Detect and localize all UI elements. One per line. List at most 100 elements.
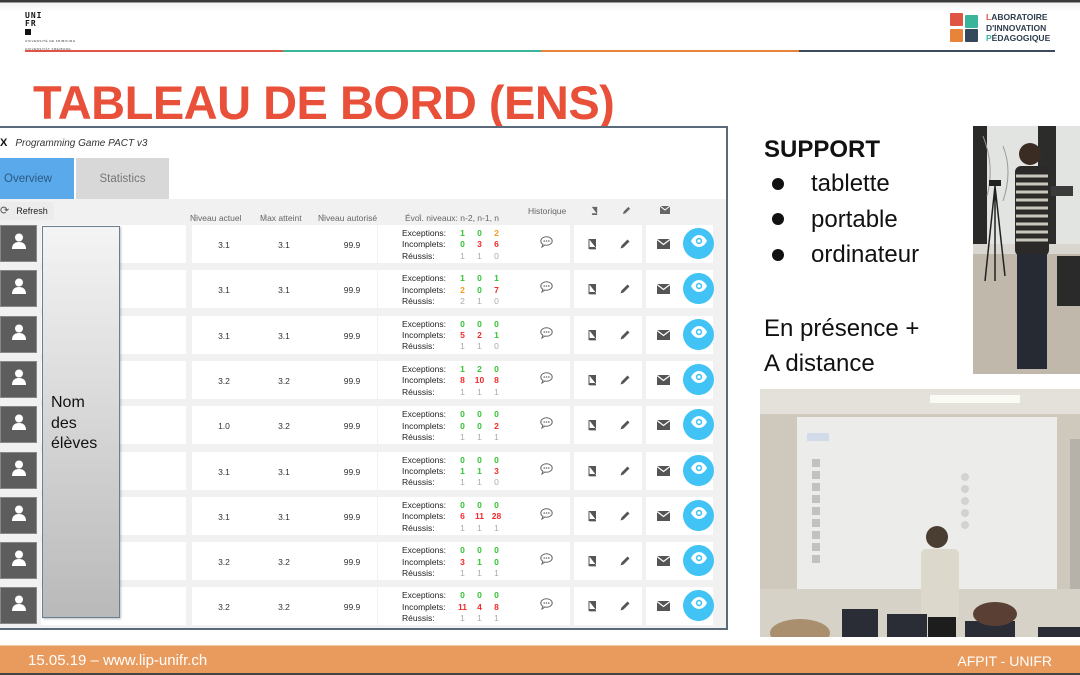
evol-value: 6 xyxy=(494,239,499,250)
envelope-icon[interactable] xyxy=(655,281,671,297)
eye-icon xyxy=(690,461,708,480)
book-icon[interactable] xyxy=(584,417,600,433)
envelope-header-icon xyxy=(659,205,671,216)
envelope-icon[interactable] xyxy=(655,417,671,433)
evol-value: 0 xyxy=(494,556,499,567)
incomplets-label: Incomplets: xyxy=(402,511,446,522)
table-header-bar: Niveau actuel ⇕ Max atteint ⇕ Niveau autor… xyxy=(0,199,726,223)
view-student-button[interactable] xyxy=(683,228,714,259)
bullet-icon xyxy=(772,213,784,226)
exceptions-label: Exceptions: xyxy=(402,454,446,465)
evol-value: 2 xyxy=(494,420,499,431)
view-student-button[interactable] xyxy=(683,318,714,350)
history-button[interactable] xyxy=(522,225,570,263)
evol-value: 0 xyxy=(477,318,482,329)
niveau-actuel-value: 3.1 xyxy=(218,330,230,341)
avatar[interactable] xyxy=(0,360,37,398)
sort-icon: ⇕ xyxy=(262,214,268,221)
avatar[interactable] xyxy=(0,225,37,262)
niveau-autorise-value: 99.9 xyxy=(343,285,361,296)
book-icon[interactable] xyxy=(584,236,600,252)
evol-value: 1 xyxy=(494,613,499,624)
evol-value: 1 xyxy=(477,432,482,442)
book-icon[interactable] xyxy=(584,553,600,569)
history-button[interactable] xyxy=(522,270,570,309)
chat-bubble-icon xyxy=(539,462,553,480)
avatar[interactable] xyxy=(0,451,37,489)
placeholder-line: Nom xyxy=(51,394,85,411)
pencil-icon[interactable] xyxy=(617,236,633,252)
evol-value: 0 xyxy=(477,590,482,601)
evol-value: 8 xyxy=(460,375,465,386)
exceptions-label: Exceptions: xyxy=(402,409,446,420)
envelope-icon[interactable] xyxy=(655,463,671,479)
evol-value: 0 xyxy=(477,273,482,284)
history-button[interactable] xyxy=(522,542,570,581)
history-button[interactable] xyxy=(522,315,570,354)
view-student-button[interactable] xyxy=(683,499,714,531)
tab-overview[interactable]: Overview xyxy=(0,158,74,199)
book-icon[interactable] xyxy=(584,372,600,388)
column-header-historique[interactable]: Historique xyxy=(528,206,566,216)
niveau-autorise-value: 99.9 xyxy=(343,330,361,341)
evolution-stats: Exceptions: 0 0 0 Incomplets: 3 1 0 Réussis: 1 1… xyxy=(402,545,505,579)
avatar[interactable] xyxy=(0,315,37,353)
tab-statistics[interactable]: Statistics xyxy=(76,158,169,199)
bullet-icon xyxy=(772,177,784,190)
view-student-button[interactable] xyxy=(683,363,714,395)
avatar[interactable] xyxy=(0,496,37,534)
max-atteint-value: 3.1 xyxy=(278,285,290,296)
envelope-icon[interactable] xyxy=(655,508,671,524)
user-icon xyxy=(10,459,28,482)
envelope-icon[interactable] xyxy=(655,553,671,569)
envelope-icon[interactable] xyxy=(655,236,671,252)
pencil-icon[interactable] xyxy=(617,327,633,343)
view-student-button[interactable] xyxy=(683,545,714,577)
pencil-icon[interactable] xyxy=(617,553,633,569)
pencil-icon[interactable] xyxy=(617,372,633,388)
avatar[interactable] xyxy=(0,542,37,580)
avatar[interactable] xyxy=(0,406,37,444)
history-button[interactable] xyxy=(522,360,570,399)
evol-value: 1 xyxy=(477,567,482,578)
view-student-button[interactable] xyxy=(683,409,714,441)
history-button[interactable] xyxy=(522,587,570,626)
book-icon[interactable] xyxy=(584,327,600,343)
eye-icon xyxy=(690,279,708,298)
book-icon[interactable] xyxy=(584,598,600,614)
pencil-icon[interactable] xyxy=(617,281,633,297)
unifr-logo-letters-2: FR xyxy=(25,19,37,28)
book-icon[interactable] xyxy=(584,281,600,297)
rule-segment-navy xyxy=(799,50,1055,52)
reussis-label: Réussis: xyxy=(402,567,435,578)
pencil-icon[interactable] xyxy=(617,508,633,524)
envelope-icon[interactable] xyxy=(655,327,671,343)
book-icon[interactable] xyxy=(584,508,600,524)
history-button[interactable] xyxy=(522,496,570,535)
avatar[interactable] xyxy=(0,587,37,625)
evol-value: 0 xyxy=(477,284,482,295)
pencil-icon[interactable] xyxy=(617,598,633,614)
book-icon[interactable] xyxy=(584,463,600,479)
close-icon[interactable]: X xyxy=(0,137,7,149)
envelope-icon[interactable] xyxy=(655,372,671,388)
niveau-actuel-value: 3.1 xyxy=(218,511,230,522)
view-student-button[interactable] xyxy=(683,454,714,486)
history-button[interactable] xyxy=(522,406,570,445)
evol-value: 1 xyxy=(477,465,482,476)
avatar[interactable] xyxy=(0,270,37,308)
user-icon xyxy=(10,232,28,255)
evol-value: 0 xyxy=(460,545,465,556)
footer-date-url: 15.05.19 – www.lip-unifr.ch xyxy=(28,652,208,669)
support-heading: SUPPORT xyxy=(764,136,881,163)
header-color-rule xyxy=(25,50,1055,52)
reussis-label: Réussis: xyxy=(402,432,435,442)
evolution-stats: Exceptions: 0 0 0 Incomplets: 0 0 2 Réussis: 1 1… xyxy=(402,409,505,443)
pencil-icon[interactable] xyxy=(617,463,633,479)
history-button[interactable] xyxy=(522,451,570,490)
chat-bubble-icon xyxy=(539,597,553,615)
envelope-icon[interactable] xyxy=(655,598,671,614)
eye-icon xyxy=(690,370,708,389)
evol-value: 8 xyxy=(494,375,499,386)
pencil-icon[interactable] xyxy=(617,417,633,433)
